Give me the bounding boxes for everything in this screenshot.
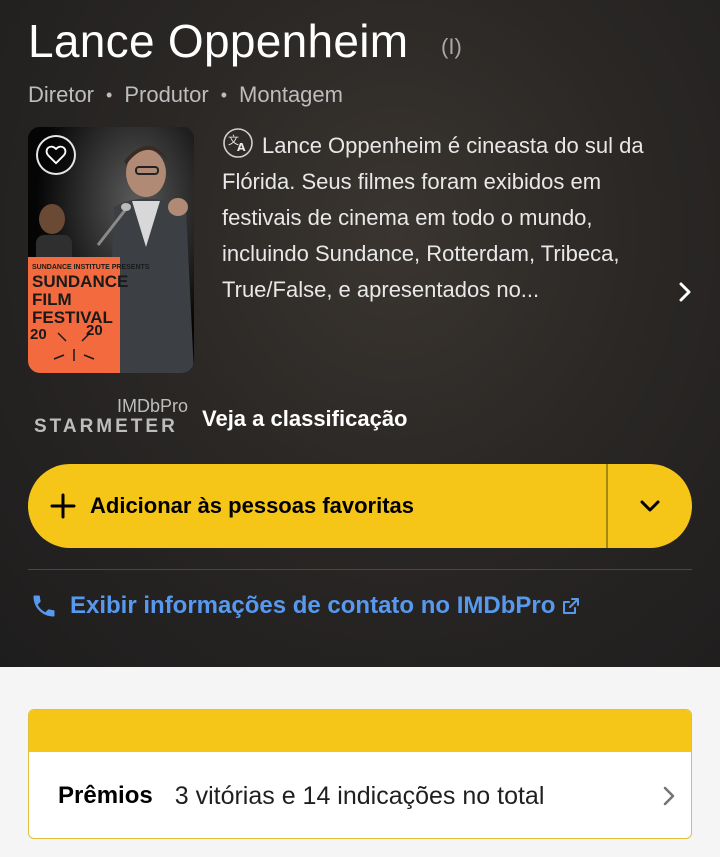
name-disambiguation: (I) bbox=[441, 34, 462, 59]
poster-text: FILM bbox=[32, 290, 72, 309]
favorites-options-dropdown[interactable] bbox=[608, 464, 692, 548]
add-to-favorites-button[interactable]: Adicionar às pessoas favoritas bbox=[28, 464, 606, 548]
poster-text: 20 bbox=[30, 326, 47, 343]
section-divider bbox=[28, 569, 692, 570]
role-item: Montagem bbox=[239, 82, 343, 107]
person-header: Lance Oppenheim (I) Diretor • Produtor •… bbox=[0, 0, 720, 667]
chevron-right-icon[interactable] bbox=[676, 280, 696, 304]
add-to-favorites-heart-button[interactable] bbox=[36, 135, 76, 175]
separator-dot: • bbox=[220, 84, 228, 105]
awards-card[interactable]: Prêmios 3 vitórias e 14 indicações no to… bbox=[28, 709, 692, 839]
bio-summary[interactable]: 文 A Lance Oppenheim é cineasta do sul da… bbox=[222, 128, 684, 308]
add-to-favorites-split-button: Adicionar às pessoas favoritas bbox=[28, 464, 692, 548]
separator-dot: • bbox=[106, 84, 113, 105]
role-item: Produtor bbox=[124, 82, 209, 107]
chevron-down-icon bbox=[640, 500, 660, 512]
imdbpro-brand: IMDbPro bbox=[116, 396, 188, 416]
add-to-favorites-label: Adicionar às pessoas favoritas bbox=[90, 493, 415, 518]
person-name: Lance Oppenheim bbox=[28, 15, 409, 67]
awards-summary: 3 vitórias e 14 indicações no total bbox=[174, 781, 545, 810]
starmeter-label: STARMETER bbox=[34, 416, 178, 437]
contact-link-label: Exibir informações de contato no IMDbPro bbox=[70, 592, 556, 619]
poster-text: SUNDANCE INSTITUTE PRESENTS bbox=[32, 264, 150, 271]
starmeter-logo: IMDbPro STARMETER bbox=[34, 396, 188, 438]
bio-text: Lance Oppenheim é cineasta do sul da Fló… bbox=[222, 133, 644, 302]
bio-text-container: 文 A Lance Oppenheim é cineasta do sul da… bbox=[222, 128, 684, 308]
person-photo[interactable]: SUNDANCE INSTITUTE PRESENTS SUNDANCE FIL… bbox=[28, 127, 194, 373]
plus-icon bbox=[50, 493, 76, 519]
starmeter-link[interactable]: Veja a classificação bbox=[202, 406, 408, 432]
awards-title: Prêmios bbox=[58, 782, 153, 809]
roles-list: Diretor • Produtor • Montagem bbox=[28, 82, 343, 108]
poster-text: 20 bbox=[86, 322, 103, 339]
imdbpro-contact-link[interactable]: Exibir informações de contato no IMDbPro bbox=[30, 592, 581, 620]
external-link-icon bbox=[563, 598, 580, 614]
role-item: Diretor bbox=[28, 82, 95, 107]
phone-icon bbox=[33, 595, 55, 617]
poster-text: SUNDANCE bbox=[32, 272, 128, 291]
chevron-right-icon bbox=[663, 786, 675, 806]
translate-icon: 文 A bbox=[223, 128, 253, 158]
awards-row[interactable]: Prêmios 3 vitórias e 14 indicações no to… bbox=[29, 752, 691, 838]
heart-icon bbox=[45, 145, 67, 165]
svg-text:A: A bbox=[237, 141, 246, 154]
awards-accent-bar bbox=[29, 710, 691, 752]
